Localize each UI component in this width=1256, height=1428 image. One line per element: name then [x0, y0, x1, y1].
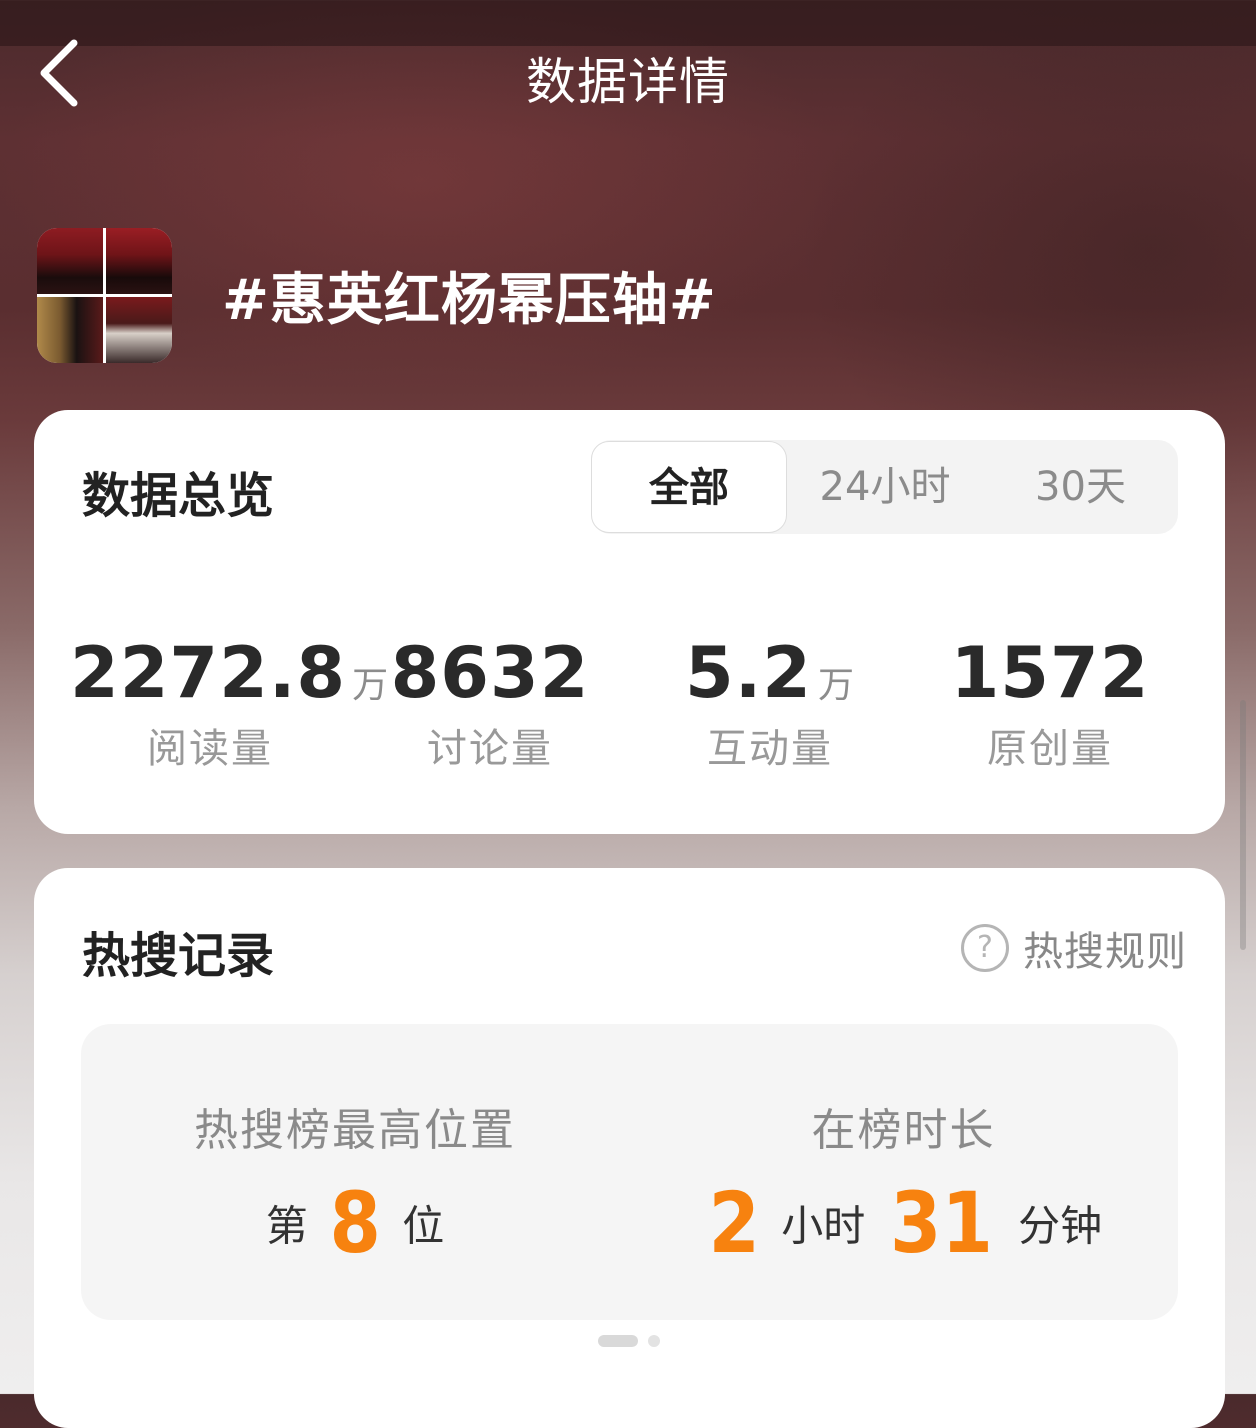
scrollbar[interactable]: [1240, 700, 1246, 950]
topic-title: #惠英红杨幂压轴#: [222, 268, 717, 333]
highest-position-label: 热搜榜最高位置: [194, 1105, 516, 1156]
hot-search-rules-link[interactable]: ? 热搜规则: [961, 918, 1187, 978]
position-prefix: 第: [265, 1201, 308, 1251]
hours-unit: 小时: [781, 1201, 866, 1251]
tab-all[interactable]: 全部: [591, 441, 787, 533]
stat-label: 阅读量: [147, 726, 273, 772]
stat-label: 讨论量: [427, 726, 553, 772]
topic-thumbnail: [37, 228, 172, 363]
stat-value: 1572: [950, 632, 1150, 714]
duration-label: 在榜时长: [811, 1105, 996, 1156]
hot-search-stats-panel: 热搜榜最高位置 第8位 在榜时长 2 小时 31 分钟: [81, 1024, 1178, 1320]
pager-dot: [648, 1335, 660, 1347]
stat-originals: 1572 原创量: [910, 632, 1190, 774]
hot-search-heading: 热搜记录: [82, 928, 275, 984]
highest-position-value: 第8位: [81, 1174, 629, 1272]
overview-heading: 数据总览: [82, 468, 275, 524]
tab-30-days[interactable]: 30天: [983, 440, 1178, 534]
time-range-tabs: 全部 24小时 30天: [591, 440, 1178, 534]
stat-value: 8632: [390, 632, 590, 714]
data-overview-card: 数据总览 全部 24小时 30天 2272.8 万 阅读量 8632 讨论量 5.…: [34, 410, 1225, 834]
stat-unit: 万: [818, 665, 856, 706]
stat-interactions: 5.2 万 互动量: [630, 632, 910, 774]
highest-position-block: 热搜榜最高位置 第8位: [81, 1024, 629, 1320]
hot-search-card: 热搜记录 ? 热搜规则 热搜榜最高位置 第8位 在榜时长 2 小时 31 分钟: [34, 868, 1225, 1428]
duration-block: 在榜时长 2 小时 31 分钟: [629, 1024, 1178, 1320]
duration-value: 2 小时 31 分钟: [629, 1174, 1178, 1272]
stat-reads: 2272.8 万 阅读量: [70, 632, 390, 774]
position-suffix: 位: [402, 1201, 445, 1251]
stat-value: 2272.8 万: [70, 632, 390, 714]
question-circle-icon: ?: [961, 924, 1009, 972]
stat-discussions: 8632 讨论量: [350, 632, 630, 774]
stat-label: 原创量: [987, 726, 1113, 772]
duration-hours: 2: [708, 1174, 760, 1272]
position-number: 8: [329, 1174, 381, 1272]
minutes-unit: 分钟: [1018, 1201, 1103, 1251]
stat-value: 5.2 万: [684, 632, 856, 714]
status-bar: [0, 0, 1256, 46]
pager-dot-active: [598, 1335, 638, 1347]
tab-24-hours[interactable]: 24小时: [787, 440, 983, 534]
page-title: 数据详情: [526, 53, 730, 111]
duration-minutes: 31: [890, 1174, 994, 1272]
rules-label: 热搜规则: [1023, 929, 1187, 975]
stat-label: 互动量: [707, 726, 833, 772]
